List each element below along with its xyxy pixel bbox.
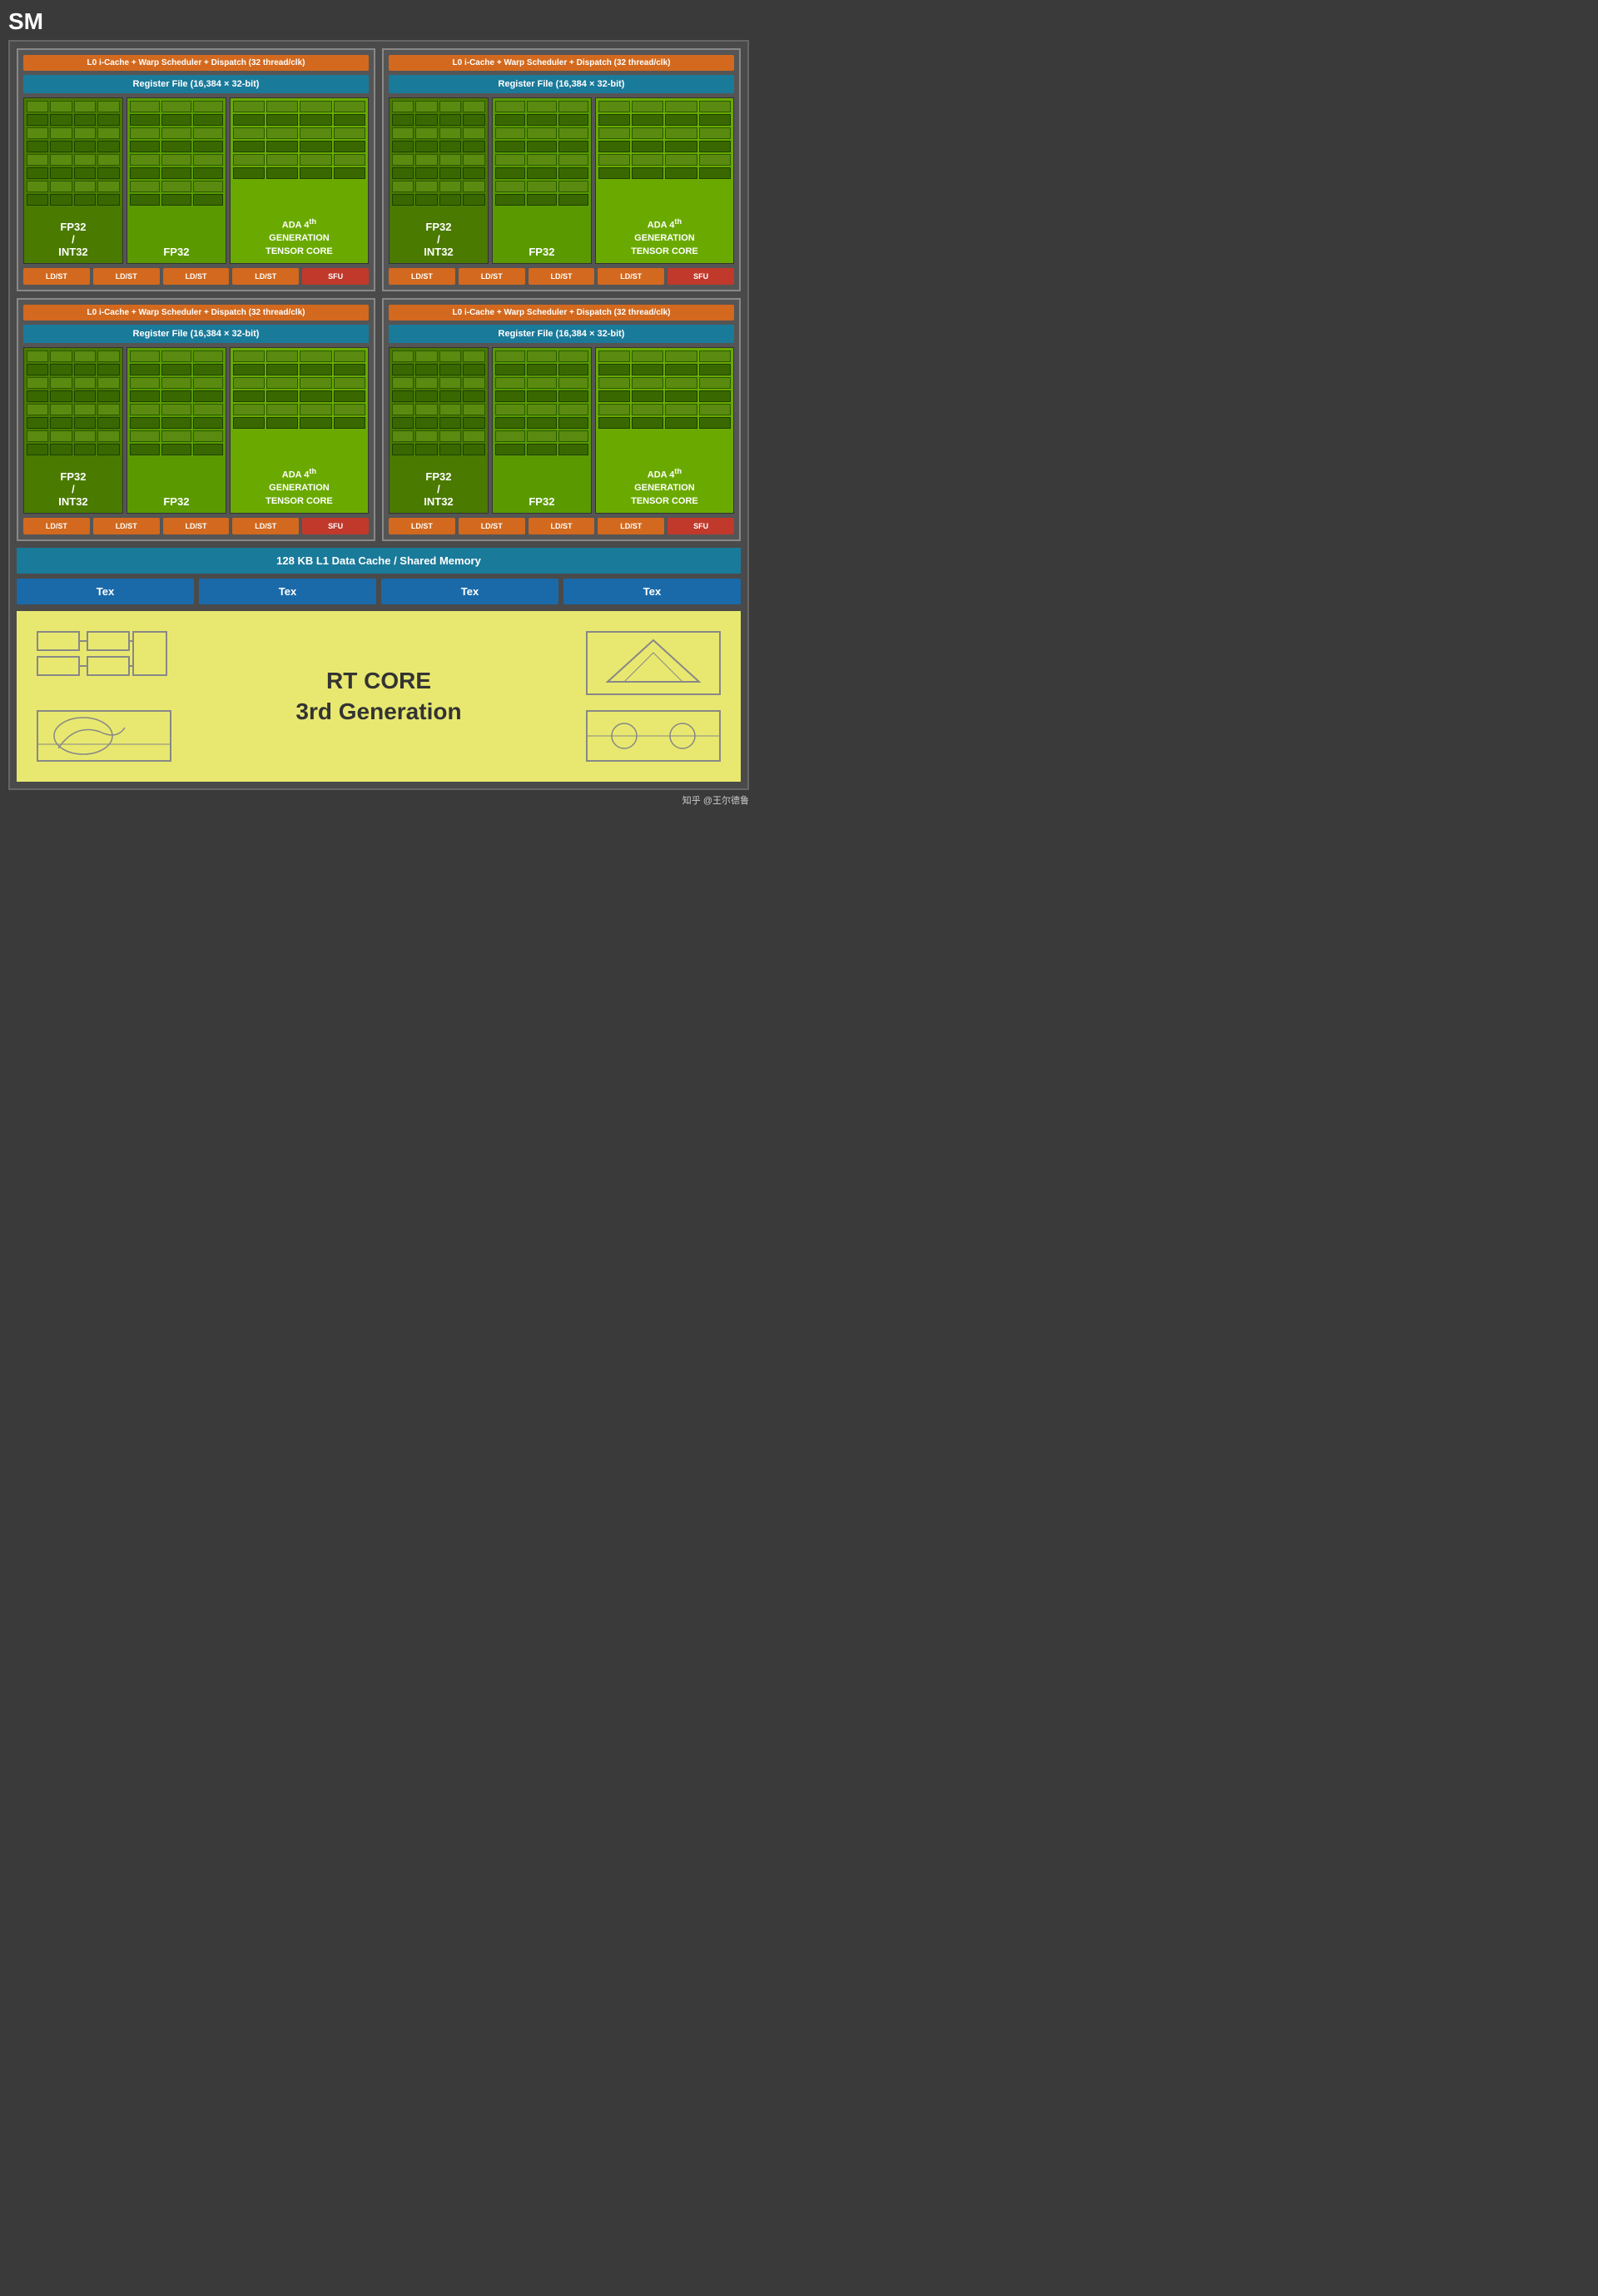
l1-cache: 128 KB L1 Data Cache / Shared Memory [17, 548, 741, 574]
col-fp32-4: FP32 [492, 347, 592, 514]
sm-label: SM [8, 8, 749, 35]
ldst-1-1: LD/ST [23, 268, 90, 285]
ldst-4-2: LD/ST [459, 518, 525, 534]
sm-container: L0 i-Cache + Warp Scheduler + Dispatch (… [8, 40, 749, 790]
fp32-int32-label-1: FP32/INT32 [24, 216, 122, 263]
warp-scheduler-4: L0 i-Cache + Warp Scheduler + Dispatch (… [389, 305, 734, 321]
compute-section-4: FP32/INT32 FP32 [389, 347, 734, 514]
tex-unit-3: Tex [381, 579, 558, 604]
quadrant-4: L0 i-Cache + Warp Scheduler + Dispatch (… [382, 298, 741, 541]
quadrant-1: L0 i-Cache + Warp Scheduler + Dispatch (… [17, 48, 375, 291]
fp32-label-2: FP32 [493, 241, 591, 263]
register-file-3: Register File (16,384 × 32-bit) [23, 325, 369, 343]
tensor-label-3: ADA 4thGENERATIONTENSOR CORE [231, 461, 368, 513]
quadrants-grid: L0 i-Cache + Warp Scheduler + Dispatch (… [17, 48, 741, 541]
compute-section-1: FP32/INT32 FP32 [23, 97, 369, 264]
sfu-2: SFU [667, 268, 734, 285]
quadrant-3: L0 i-Cache + Warp Scheduler + Dispatch (… [17, 298, 375, 541]
rt-core-section: RT CORE 3rd Generation [17, 611, 741, 782]
fp32-label-3: FP32 [127, 490, 226, 513]
tex-unit-4: Tex [563, 579, 741, 604]
rt-bvh-diagram [33, 628, 175, 698]
col-fp32-3: FP32 [127, 347, 226, 514]
warp-scheduler-1: L0 i-Cache + Warp Scheduler + Dispatch (… [23, 55, 369, 71]
bottom-units-3: LD/ST LD/ST LD/ST LD/ST SFU [23, 518, 369, 534]
sfu-4: SFU [667, 518, 734, 534]
ldst-4-1: LD/ST [389, 518, 455, 534]
ldst-3-4: LD/ST [232, 518, 299, 534]
ldst-2-4: LD/ST [598, 268, 664, 285]
compute-section-2: FP32/INT32 FP32 [389, 97, 734, 264]
col-tensor-3: ADA 4thGENERATIONTENSOR CORE [230, 347, 369, 514]
rt-diagram-right [558, 628, 724, 765]
bottom-units-2: LD/ST LD/ST LD/ST LD/ST SFU [389, 268, 734, 285]
rt-stamp-diagram [33, 707, 175, 765]
rt-core-label: RT CORE 3rd Generation [212, 666, 545, 727]
tensor-label-1: ADA 4thGENERATIONTENSOR CORE [231, 211, 368, 263]
ldst-4-4: LD/ST [598, 518, 664, 534]
col-fp32-2: FP32 [492, 97, 592, 264]
col-fp32-int32-3: FP32/INT32 [23, 347, 123, 514]
ldst-3-1: LD/ST [23, 518, 90, 534]
fp32-int32-label-4: FP32/INT32 [390, 465, 488, 513]
ldst-1-3: LD/ST [163, 268, 230, 285]
fp32-label-1: FP32 [127, 241, 226, 263]
register-file-4: Register File (16,384 × 32-bit) [389, 325, 734, 343]
sfu-1: SFU [302, 268, 369, 285]
col-tensor-1: ADA 4thGENERATIONTENSOR CORE [230, 97, 369, 264]
col-fp32-int32-4: FP32/INT32 [389, 347, 489, 514]
fp32-label-4: FP32 [493, 490, 591, 513]
ldst-4-3: LD/ST [529, 518, 595, 534]
fp32-int32-label-2: FP32/INT32 [390, 216, 488, 263]
col-fp32-int32-2: FP32/INT32 [389, 97, 489, 264]
bottom-units-4: LD/ST LD/ST LD/ST LD/ST SFU [389, 518, 734, 534]
tensor-label-2: ADA 4thGENERATIONTENSOR CORE [596, 211, 733, 263]
col-fp32-1: FP32 [127, 97, 226, 264]
ldst-3-3: LD/ST [163, 518, 230, 534]
register-file-2: Register File (16,384 × 32-bit) [389, 75, 734, 93]
warp-scheduler-2: L0 i-Cache + Warp Scheduler + Dispatch (… [389, 55, 734, 71]
watermark: 知乎 @王尔德鲁 [8, 793, 749, 807]
tex-row: Tex Tex Tex Tex [17, 579, 741, 604]
warp-scheduler-3: L0 i-Cache + Warp Scheduler + Dispatch (… [23, 305, 369, 321]
rt-diagram-left [33, 628, 200, 765]
tex-unit-1: Tex [17, 579, 194, 604]
register-file-1: Register File (16,384 × 32-bit) [23, 75, 369, 93]
rt-triangle-diagram [583, 628, 724, 698]
quadrant-2: L0 i-Cache + Warp Scheduler + Dispatch (… [382, 48, 741, 291]
sfu-3: SFU [302, 518, 369, 534]
ldst-3-2: LD/ST [93, 518, 160, 534]
col-tensor-4: ADA 4thGENERATIONTENSOR CORE [595, 347, 734, 514]
col-tensor-2: ADA 4thGENERATIONTENSOR CORE [595, 97, 734, 264]
fp32-int32-label-3: FP32/INT32 [24, 465, 122, 513]
compute-section-3: FP32/INT32 FP32 [23, 347, 369, 514]
ldst-1-2: LD/ST [93, 268, 160, 285]
ldst-1-4: LD/ST [232, 268, 299, 285]
tex-unit-2: Tex [199, 579, 376, 604]
rt-ray-diagram [583, 707, 724, 765]
ldst-2-2: LD/ST [459, 268, 525, 285]
col-fp32-int32-1: FP32/INT32 [23, 97, 123, 264]
ldst-2-3: LD/ST [529, 268, 595, 285]
bottom-units-1: LD/ST LD/ST LD/ST LD/ST SFU [23, 268, 369, 285]
ldst-2-1: LD/ST [389, 268, 455, 285]
tensor-label-4: ADA 4thGENERATIONTENSOR CORE [596, 461, 733, 513]
